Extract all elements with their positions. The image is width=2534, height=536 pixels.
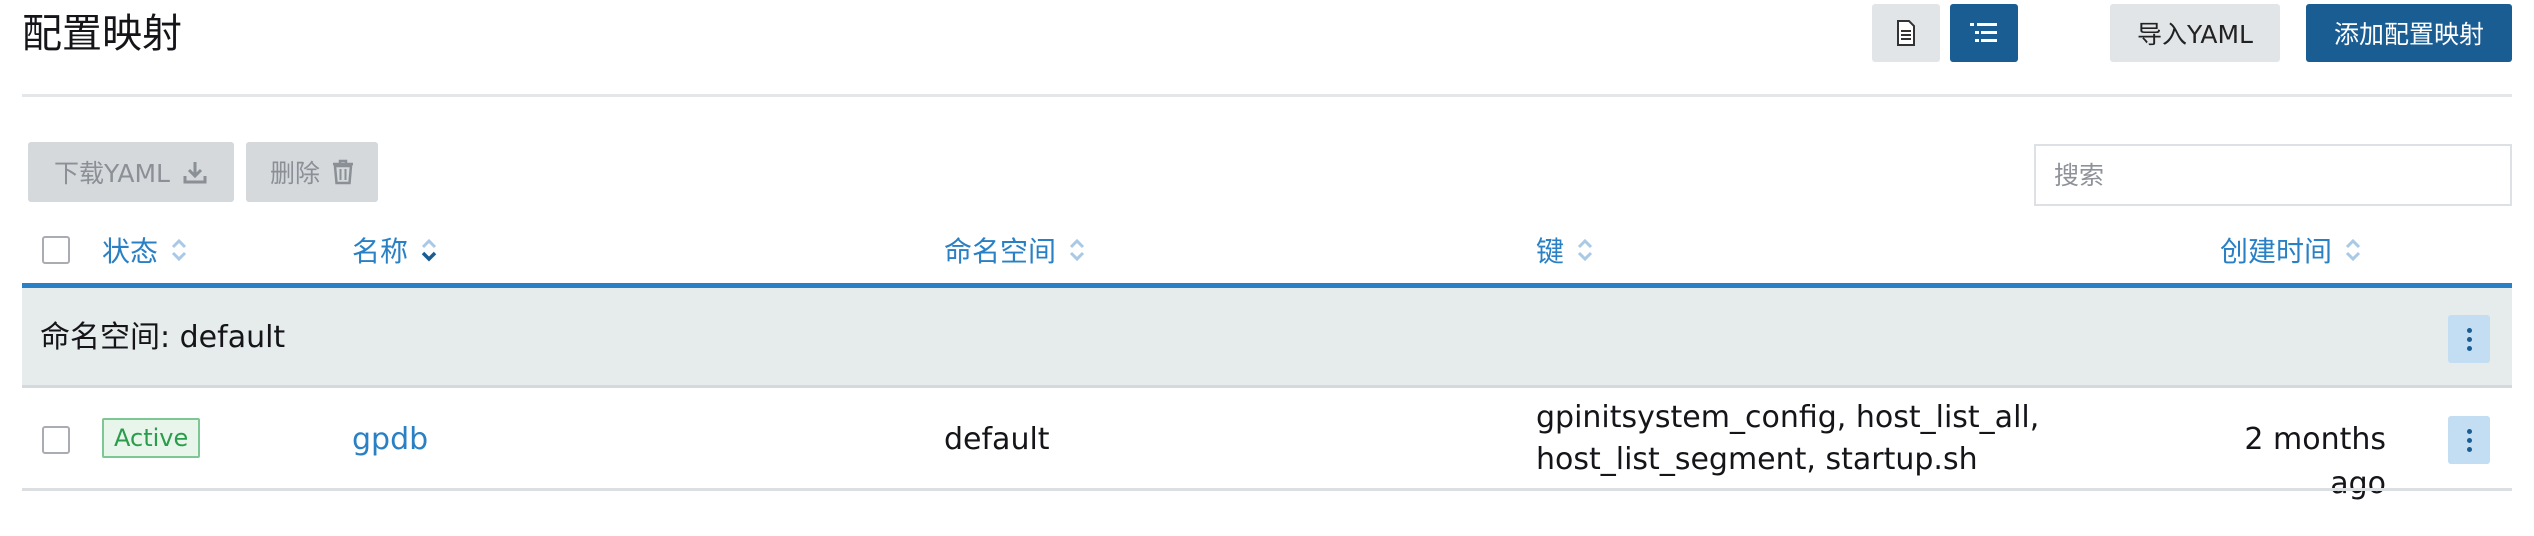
row-namespace: default [944,422,1050,457]
delete-button[interactable]: 删除 [246,142,378,202]
sort-icon [421,238,437,262]
list-tree-icon [1970,23,1997,42]
sort-icon [2345,238,2361,262]
header-name-label: 名称 [352,235,409,268]
header-keys[interactable]: 键 [1536,228,1594,272]
search-input[interactable] [2034,144,2512,206]
row-keys-line1: gpinitsystem_config, host_list_all, [1536,400,2040,435]
row-actions-button[interactable] [2448,416,2490,464]
header-name[interactable]: 名称 [352,228,438,272]
row-keys-line2: host_list_segment, startup.sh [1536,442,1978,477]
row-created: 2 months ago [2244,422,2386,501]
header-state-label: 状态 [102,235,159,268]
row-checkbox[interactable] [42,426,70,454]
download-yaml-label: 下载YAML [54,159,170,188]
sort-icon [171,238,187,262]
import-yaml-button[interactable]: 导入YAML [2110,4,2280,62]
kebab-icon [2466,428,2472,434]
download-yaml-button[interactable]: 下载YAML [28,142,234,202]
header-namespace-label: 命名空间 [944,235,1057,268]
select-all-checkbox[interactable] [42,236,70,264]
flat-view-button[interactable] [1872,4,1940,62]
download-icon [183,162,207,184]
header-state[interactable]: 状态 [102,228,188,272]
group-row [22,288,2512,388]
delete-label: 删除 [269,159,320,188]
page-title: 配置映射 [22,11,182,57]
row-divider [22,488,2512,491]
document-icon [1897,20,1915,46]
group-actions-button[interactable] [2448,315,2490,363]
grouped-view-button[interactable] [1950,4,2018,62]
row-name-link[interactable]: gpdb [352,418,428,462]
sort-icon [1069,238,1085,262]
group-label: 命名空间: default [40,320,286,355]
status-badge: Active [102,418,201,458]
header-namespace[interactable]: 命名空间 [944,228,1086,272]
kebab-icon [2466,327,2472,333]
header-divider [22,94,2512,97]
header-created-label: 创建时间 [2220,235,2333,268]
header-keys-label: 键 [1536,235,1565,268]
trash-icon [333,159,353,185]
header-created[interactable]: 创建时间 [2220,228,2362,272]
sort-icon [1577,238,1593,262]
add-config-map-button[interactable]: 添加配置映射 [2306,4,2512,62]
